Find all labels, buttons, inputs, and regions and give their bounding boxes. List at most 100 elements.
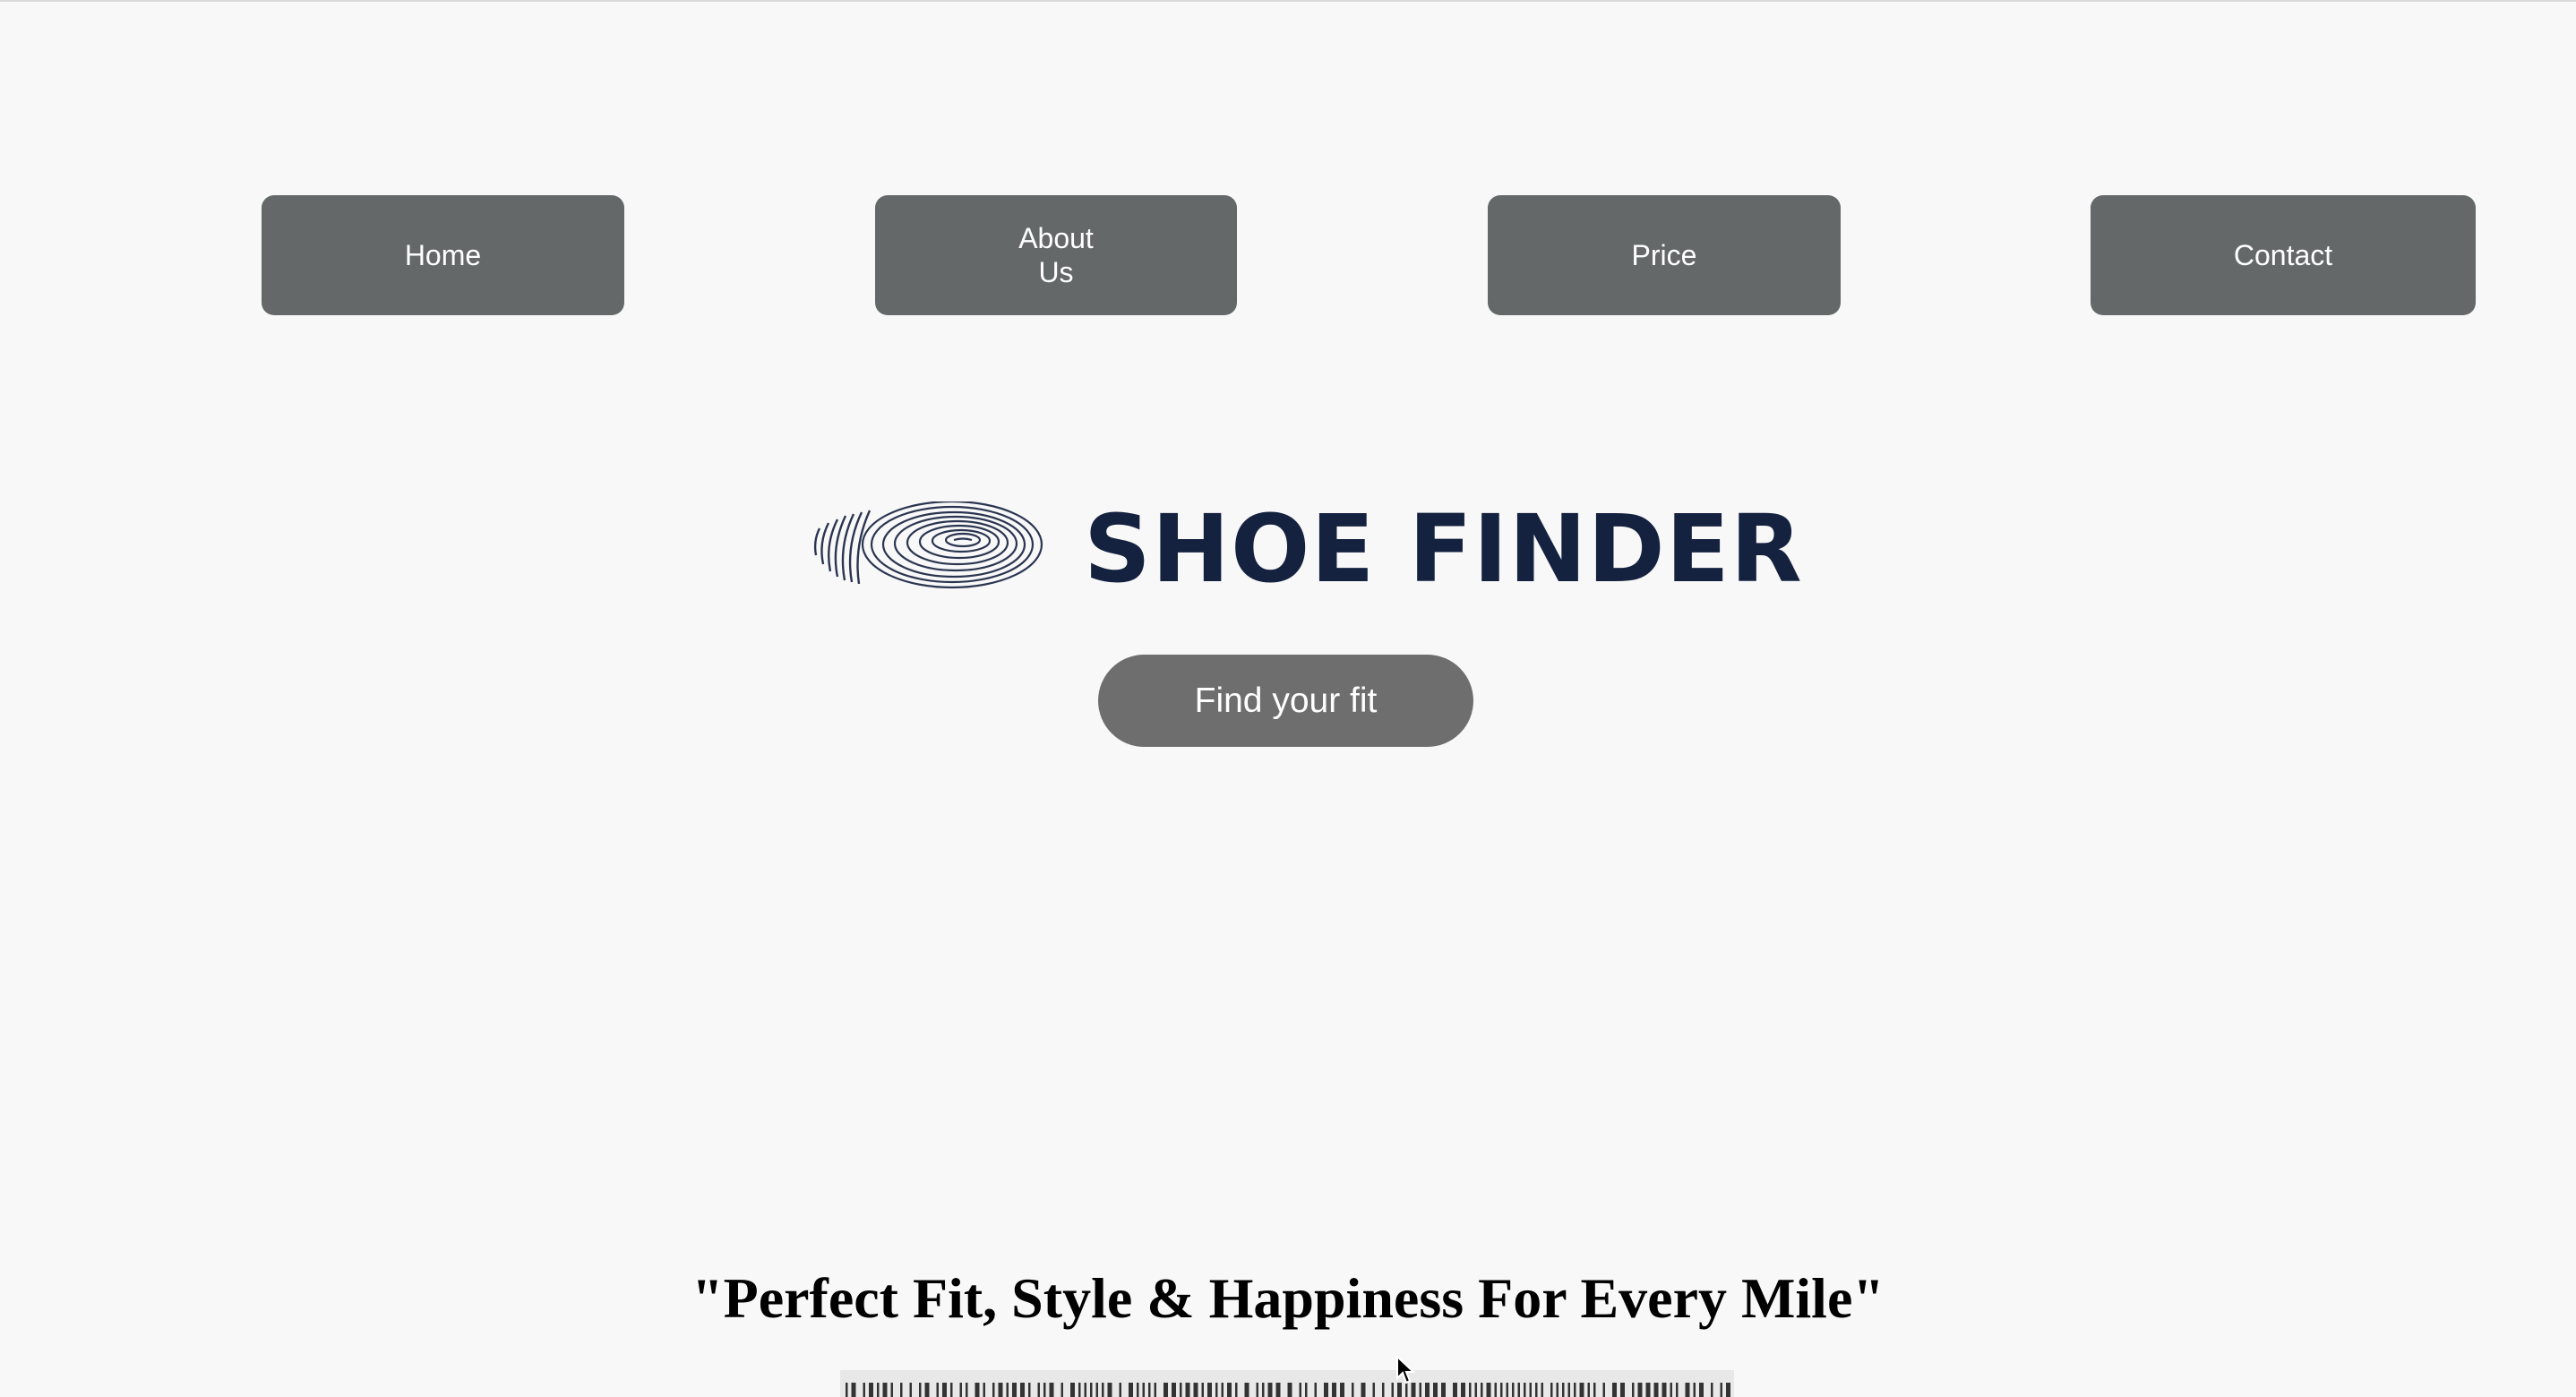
barcode-bar <box>1262 1383 1265 1397</box>
nav-price-button[interactable]: Price <box>1488 195 1841 315</box>
find-your-fit-button[interactable]: Find your fit <box>1098 655 1473 747</box>
barcode-bar <box>966 1383 968 1397</box>
footprint-fingerprint-icon <box>811 500 1045 600</box>
barcode-bar <box>1517 1383 1520 1397</box>
barcode-bar <box>1095 1383 1098 1397</box>
barcode-bar <box>1535 1383 1538 1397</box>
barcode-bar <box>1587 1383 1590 1397</box>
barcode-bar <box>1256 1383 1258 1397</box>
barcode-bar <box>1693 1383 1696 1397</box>
barcode-bar <box>1267 1383 1273 1397</box>
barcode-bar <box>1453 1383 1457 1397</box>
barcode-bar <box>877 1383 880 1397</box>
barcode-bar <box>1244 1383 1249 1397</box>
barcode-bar <box>1332 1383 1336 1397</box>
barcode-bar <box>1172 1383 1176 1397</box>
barcode-bar <box>1433 1383 1438 1397</box>
barcode-bar <box>919 1383 922 1397</box>
barcode-bar <box>1500 1383 1503 1397</box>
barcode-bar <box>1699 1383 1704 1397</box>
barcode-bar <box>1148 1383 1151 1397</box>
barcode-bar <box>1185 1383 1190 1397</box>
barcode-bar <box>1201 1383 1204 1397</box>
barcode-bar <box>1235 1383 1238 1397</box>
barcode-bar <box>900 1383 903 1397</box>
barcode-bar <box>1119 1383 1121 1397</box>
barcode-bar <box>950 1383 953 1397</box>
nav-home-button[interactable]: Home <box>262 195 624 315</box>
barcode-bar <box>1107 1383 1112 1397</box>
barcode-bar <box>1676 1383 1679 1397</box>
barcode-bar <box>1287 1383 1292 1397</box>
barcode-bar <box>1006 1383 1009 1397</box>
barcode-bar <box>1037 1383 1040 1397</box>
barcode-bar <box>1602 1383 1605 1397</box>
barcode-bar <box>1474 1383 1477 1397</box>
barcode-bar <box>975 1383 980 1397</box>
barcode-bar <box>1720 1383 1722 1397</box>
barcode-bar <box>1028 1383 1031 1397</box>
barcode-bar <box>1049 1383 1054 1397</box>
barcode-bar <box>1461 1383 1465 1397</box>
barcode-bar <box>1494 1383 1497 1397</box>
barcode-bar <box>1084 1383 1086 1397</box>
barcode-bar <box>983 1383 985 1397</box>
barcode-bar <box>1154 1383 1156 1397</box>
barcode-strip <box>840 1370 1734 1397</box>
nav-home-label: Home <box>404 239 482 271</box>
barcode-bar <box>1060 1383 1063 1397</box>
barcode-bar <box>936 1383 939 1397</box>
barcode-bar <box>1163 1383 1168 1397</box>
barcode-bar <box>1637 1383 1643 1397</box>
barcode-bar <box>924 1383 930 1397</box>
barcode-bar <box>1129 1383 1133 1397</box>
barcode-bar <box>1193 1383 1198 1397</box>
barcode-bar <box>1685 1383 1690 1397</box>
barcode-bar <box>1524 1383 1526 1397</box>
barcode-bar <box>1612 1383 1617 1397</box>
barcode-bar <box>1090 1383 1093 1397</box>
barcode-bar <box>1469 1383 1472 1397</box>
barcode-bar <box>1043 1383 1046 1397</box>
barcode-bar <box>1275 1383 1281 1397</box>
barcode-bar <box>1653 1383 1659 1397</box>
nav-contact-button[interactable]: Contact <box>2091 195 2476 315</box>
barcode-bar <box>1419 1383 1421 1397</box>
barcode-bar <box>1512 1383 1515 1397</box>
barcode-bar <box>1372 1383 1375 1397</box>
barcode-bar <box>1215 1383 1218 1397</box>
barcode-bar <box>1020 1383 1025 1397</box>
barcode-bar <box>1541 1383 1543 1397</box>
barcode-bar <box>1340 1383 1344 1397</box>
barcode-bar <box>992 1383 995 1397</box>
barcode-bar <box>1481 1383 1483 1397</box>
nav-about-button[interactable]: About Us <box>875 195 1237 315</box>
barcode-bar <box>1486 1383 1491 1397</box>
barcode-bar <box>1593 1383 1596 1397</box>
barcode-bar <box>1662 1383 1667 1397</box>
nav-contact-label: Contact <box>2233 239 2333 271</box>
top-border <box>0 0 2576 2</box>
barcode-bar <box>1382 1383 1385 1397</box>
barcode-bar <box>1137 1383 1139 1397</box>
barcode-bar <box>1391 1383 1394 1397</box>
barcode-bar <box>1550 1383 1553 1397</box>
barcode-bar <box>1425 1383 1430 1397</box>
tagline: "Perfect Fit, Style & Happiness For Ever… <box>691 1266 1885 1330</box>
barcode-bar <box>863 1383 865 1397</box>
barcode-bar <box>1012 1383 1017 1397</box>
brand-name: SHOE FINDER <box>1084 494 1803 604</box>
barcode-bar <box>1506 1383 1508 1397</box>
barcode-bar <box>1556 1383 1558 1397</box>
barcode-bar <box>1574 1383 1576 1397</box>
barcode-bar <box>1227 1383 1232 1397</box>
barcode-bar <box>1180 1383 1182 1397</box>
barcode-bar <box>1529 1383 1532 1397</box>
barcode-bar <box>1352 1383 1354 1397</box>
barcode-bar <box>909 1383 912 1397</box>
barcode-bar <box>1726 1383 1730 1397</box>
barcode-bar <box>1207 1383 1212 1397</box>
barcode-bar <box>1070 1383 1075 1397</box>
barcode-bar <box>1361 1383 1366 1397</box>
barcode-bar <box>1314 1383 1317 1397</box>
